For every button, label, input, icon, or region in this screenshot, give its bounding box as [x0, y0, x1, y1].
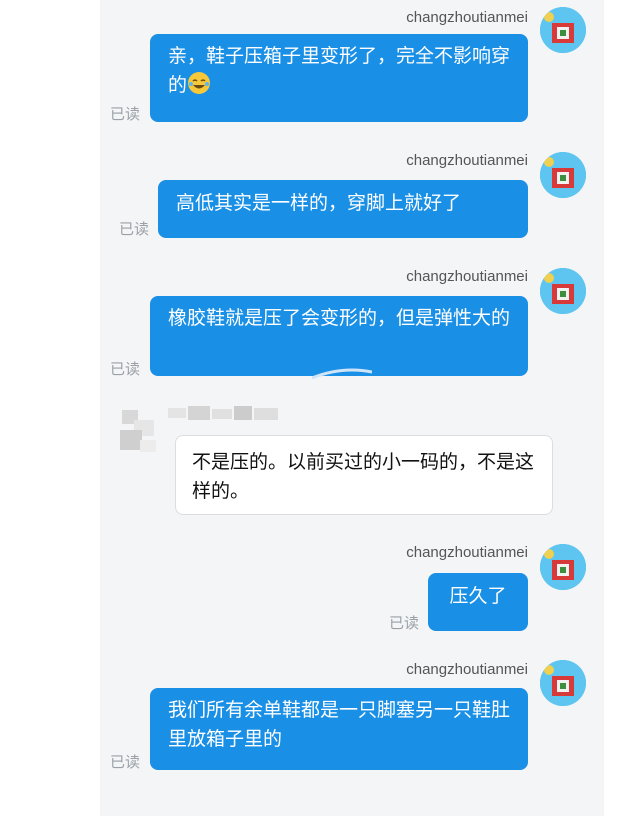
- avatar-image: [540, 544, 586, 590]
- message-text: 橡胶鞋就是压了会变形的，但是弹性大的: [168, 307, 511, 329]
- message-text: 高低其实是一样的，穿脚上就好了: [176, 192, 462, 214]
- sender-name: changzhoutianmei: [406, 152, 528, 169]
- message-text: 不是压的。以前买过的小一码的，不是这样的。: [192, 451, 535, 502]
- message-bubble-outgoing[interactable]: 亲，鞋子压箱子里变形了，完全不影响穿的: [150, 34, 528, 122]
- message-bubble-incoming[interactable]: 不是压的。以前买过的小一码的，不是这样的。: [175, 435, 553, 515]
- avatar[interactable]: [540, 660, 586, 706]
- read-status: 已读: [110, 105, 141, 123]
- message-text: 我们所有余单鞋都是一只脚塞另一只鞋肚里放箱子里的: [168, 699, 511, 750]
- message-bubble-outgoing[interactable]: 压久了: [428, 573, 528, 631]
- avatar[interactable]: [540, 268, 586, 314]
- read-status: 已读: [389, 614, 420, 632]
- message-text: 压久了: [449, 585, 507, 607]
- sender-name: changzhoutianmei: [406, 268, 528, 285]
- avatar-image: [540, 7, 586, 53]
- read-status: 已读: [119, 220, 150, 238]
- avatar[interactable]: [540, 152, 586, 198]
- sender-name: changzhoutianmei: [406, 9, 528, 26]
- laughing-tears-icon: [187, 71, 211, 104]
- read-status: 已读: [110, 753, 141, 771]
- blurred-sender-name: [168, 406, 278, 420]
- message-bubble-outgoing[interactable]: 高低其实是一样的，穿脚上就好了: [158, 180, 528, 238]
- avatar-image: [540, 268, 586, 314]
- sender-name: changzhoutianmei: [406, 661, 528, 678]
- sender-name: changzhoutianmei: [406, 544, 528, 561]
- avatar[interactable]: [540, 7, 586, 53]
- read-status: 已读: [110, 360, 141, 378]
- message-text: 亲，鞋子压箱子里变形了，完全不影响穿的: [168, 45, 511, 96]
- avatar[interactable]: [540, 544, 586, 590]
- message-bubble-outgoing[interactable]: 橡胶鞋就是压了会变形的，但是弹性大的: [150, 296, 528, 376]
- avatar-image: [540, 660, 586, 706]
- blurred-avatar: [120, 410, 156, 452]
- motion-streak: [312, 368, 372, 380]
- avatar-image: [540, 152, 586, 198]
- message-bubble-outgoing[interactable]: 我们所有余单鞋都是一只脚塞另一只鞋肚里放箱子里的: [150, 688, 528, 770]
